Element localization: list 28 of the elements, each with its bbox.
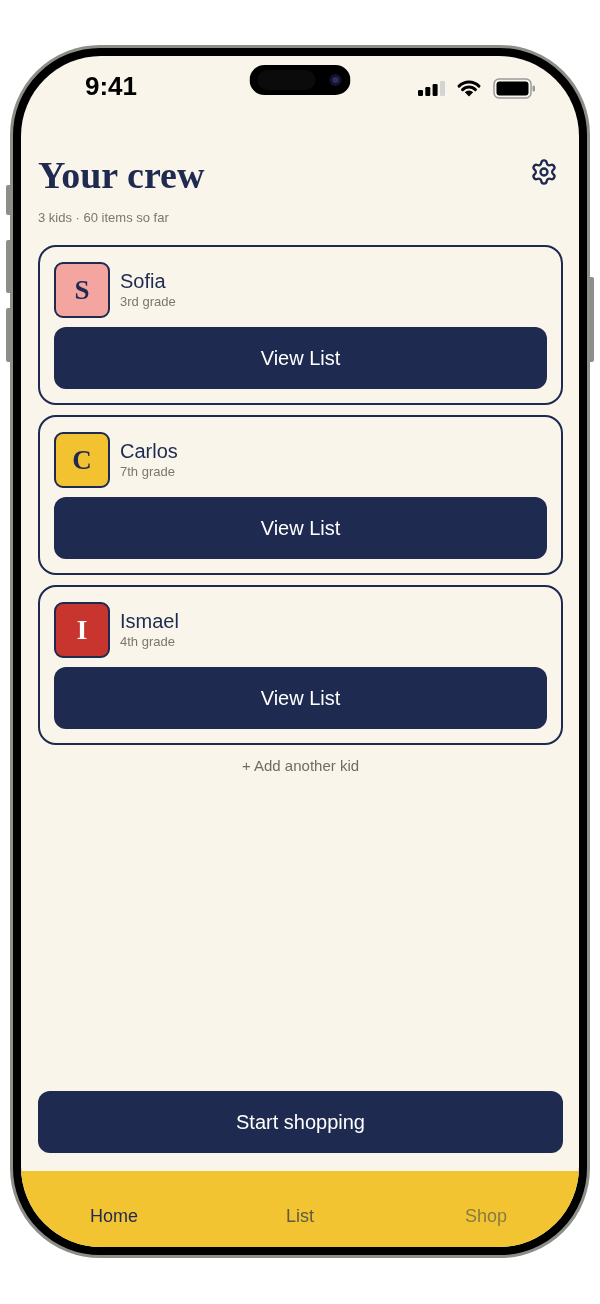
kid-grade: 3rd grade <box>120 293 176 311</box>
kid-name: Carlos <box>120 439 178 463</box>
side-button[interactable] <box>6 185 10 215</box>
add-kid-link[interactable]: + Add another kid <box>241 757 360 775</box>
start-shopping-button[interactable]: Start shopping <box>38 1091 563 1153</box>
kid-grade: 7th grade <box>120 463 176 481</box>
page-title: Your crew <box>38 153 205 198</box>
tab[interactable]: List <box>286 1205 314 1227</box>
kid-grade: 4th grade <box>120 633 176 651</box>
kid-name: Ismael <box>120 609 179 633</box>
battery-icon <box>493 77 536 99</box>
tab[interactable]: Home <box>90 1205 138 1227</box>
view-list-button[interactable]: View List <box>54 667 547 729</box>
signal-icon <box>418 80 445 96</box>
side-button[interactable] <box>590 277 594 362</box>
side-button[interactable] <box>6 240 10 293</box>
settings-icon[interactable] <box>530 158 558 186</box>
avatar: I <box>54 602 110 658</box>
view-list-button[interactable]: View List <box>54 327 547 389</box>
side-button[interactable] <box>6 308 10 362</box>
status-time: 9:41 <box>85 71 138 101</box>
wifi-icon <box>457 79 481 97</box>
camera-cutout-icon <box>249 65 351 95</box>
view-list-button[interactable]: View List <box>54 497 547 559</box>
page-subtitle: 3 kids · 60 items so far <box>38 209 170 227</box>
avatar: S <box>54 262 110 318</box>
avatar: C <box>54 432 110 488</box>
kid-name: Sofia <box>120 269 167 293</box>
